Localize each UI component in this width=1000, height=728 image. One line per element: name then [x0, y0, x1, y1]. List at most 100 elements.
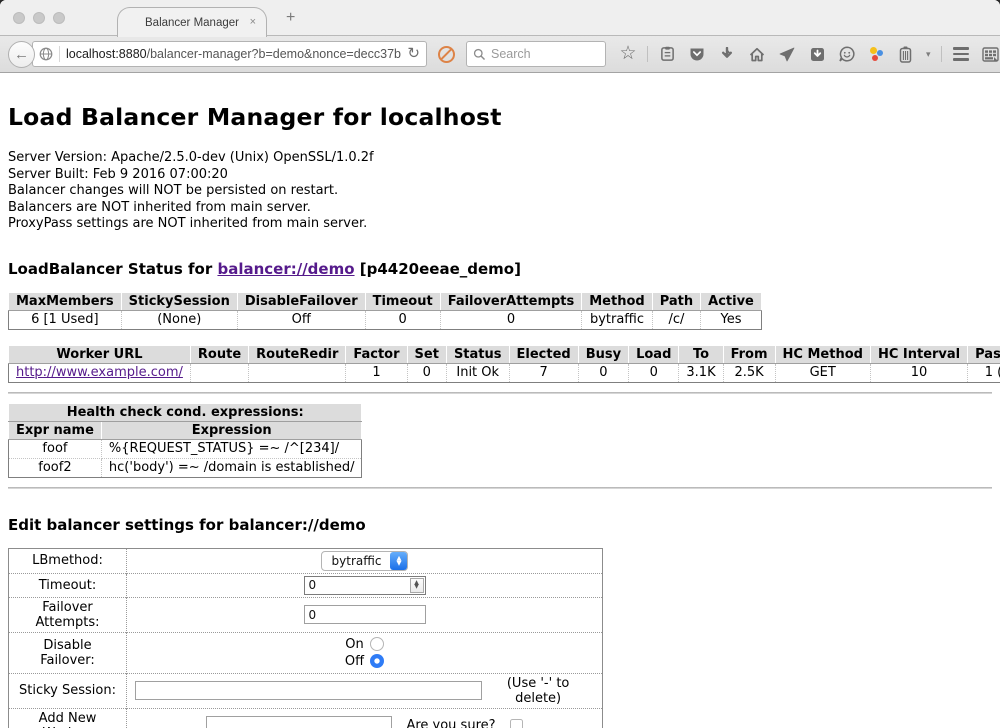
sticky-session-label: Sticky Session:: [9, 673, 127, 708]
emoji-icon[interactable]: [838, 45, 856, 63]
col-hc-interval: HC Interval: [870, 345, 967, 363]
radio-off-label: Off: [345, 654, 364, 669]
new-tab-button[interactable]: +: [286, 9, 295, 27]
url-path: /balancer-manager?b=demo&nonce=decc37be-…: [147, 47, 402, 61]
window-controls: [13, 12, 65, 24]
cell-expr-name: foof2: [9, 458, 102, 477]
content-blocked-icon[interactable]: [438, 46, 455, 63]
site-identity-globe-icon[interactable]: [39, 47, 53, 61]
status-heading-prefix: LoadBalancer Status for: [8, 260, 217, 278]
cell-expression: %{REQUEST_STATUS} =~ /^[234]/: [101, 439, 362, 458]
col-timeout: Timeout: [365, 292, 440, 310]
overflow-caret-icon[interactable]: ▾: [926, 49, 931, 60]
menu-icon[interactable]: [952, 45, 970, 63]
disable-failover-label: Disable Failover:: [9, 632, 127, 673]
worker-url-link[interactable]: http://www.example.com/: [16, 365, 183, 380]
worker-table: Worker URL Route RouteRedir Factor Set S…: [8, 345, 1000, 383]
cell-set: 0: [407, 363, 446, 382]
add-worker-input[interactable]: [206, 716, 392, 728]
balancer-status-table: MaxMembers StickySession DisableFailover…: [8, 292, 762, 330]
toolbar-icons: ☆: [619, 45, 1000, 63]
col-worker-url: Worker URL: [9, 345, 191, 363]
send-icon[interactable]: [778, 45, 796, 63]
col-maxmembers: MaxMembers: [9, 292, 122, 310]
cell-timeout: 0: [365, 310, 440, 329]
table-header-row: MaxMembers StickySession DisableFailover…: [9, 292, 762, 310]
extension-dots-icon[interactable]: [868, 46, 884, 62]
edit-settings-heading: Edit balancer settings for balancer://de…: [8, 516, 992, 534]
col-active: Active: [701, 292, 762, 310]
number-spinner-icon[interactable]: ▲▼: [410, 578, 424, 593]
tab-close-icon[interactable]: ×: [250, 16, 256, 28]
col-from: From: [723, 345, 775, 363]
cell-active: Yes: [701, 310, 762, 329]
sticky-session-input[interactable]: [135, 681, 482, 700]
disable-failover-on-radio[interactable]: [370, 637, 384, 651]
form-row-timeout: Timeout: ▲▼: [9, 573, 603, 597]
form-row-add-worker: Add New Worker: Are you sure?: [9, 708, 603, 728]
notice-balancers: Balancers are NOT inherited from main se…: [8, 200, 992, 217]
notice-persist: Balancer changes will NOT be persisted o…: [8, 183, 992, 200]
url-text[interactable]: localhost:8880/balancer-manager?b=demo&n…: [66, 47, 401, 61]
form-row-lbmethod: LBmethod: bytraffic ▲▼: [9, 548, 603, 573]
table-row: foof2 hc('body') =~ /domain is establish…: [9, 458, 362, 477]
tiles-icon[interactable]: [982, 45, 1000, 63]
search-bar[interactable]: [466, 41, 606, 67]
minimize-window-button[interactable]: [33, 12, 45, 24]
toolbar-divider: [647, 46, 648, 62]
separator: [8, 392, 992, 394]
balancer-demo-link[interactable]: balancer://demo: [217, 260, 354, 278]
url-domain: localhost:8880: [66, 47, 147, 61]
nav-toolbar: ← localhost:8880/balancer-manager?b=demo…: [0, 36, 1000, 73]
col-hc-method: HC Method: [775, 345, 870, 363]
battery-icon[interactable]: [896, 45, 914, 63]
search-input[interactable]: [491, 47, 591, 61]
cell-hc-method: GET: [775, 363, 870, 382]
cell-path: /c/: [652, 310, 700, 329]
cell-route: [190, 363, 248, 382]
downloads-icon[interactable]: [718, 45, 736, 63]
server-version: Server Version: Apache/2.5.0-dev (Unix) …: [8, 150, 992, 167]
col-load: Load: [629, 345, 679, 363]
table-row: foof %{REQUEST_STATUS} =~ /^[234]/: [9, 439, 362, 458]
add-worker-label: Add New Worker:: [9, 708, 127, 728]
health-table-title: Health check cond. expressions:: [9, 403, 362, 421]
edit-balancer-form: LBmethod: bytraffic ▲▼ Timeout: ▲▼: [8, 548, 603, 728]
form-row-disable-failover: Disable Failover: On Off: [9, 632, 603, 673]
page-title: Load Balancer Manager for localhost: [8, 73, 992, 131]
are-you-sure-label: Are you sure?: [406, 718, 495, 728]
disable-failover-off-radio[interactable]: [370, 654, 384, 668]
form-row-failover-attempts: Failover Attempts:: [9, 597, 603, 632]
col-expr-name: Expr name: [9, 421, 102, 439]
cell-disablefailover: Off: [237, 310, 365, 329]
browser-window: Balancer Manager × + ← localhost:8880/ba…: [0, 0, 1000, 728]
zoom-window-button[interactable]: [53, 12, 65, 24]
home-icon[interactable]: [748, 45, 766, 63]
col-routeredir: RouteRedir: [249, 345, 346, 363]
table-row: http://www.example.com/ 1 0 Init Ok 7 0 …: [9, 363, 1000, 382]
table-header-row: Worker URL Route RouteRedir Factor Set S…: [9, 345, 1000, 363]
bookmark-star-icon[interactable]: ☆: [619, 45, 637, 63]
lbmethod-select[interactable]: bytraffic ▲▼: [321, 551, 409, 571]
timeout-input[interactable]: [304, 576, 426, 595]
are-you-sure-checkbox[interactable]: [510, 719, 523, 728]
close-window-button[interactable]: [13, 12, 25, 24]
page-content: Load Balancer Manager for localhost Serv…: [0, 73, 1000, 728]
bookmarks-menu-icon[interactable]: [658, 45, 676, 63]
col-elected: Elected: [509, 345, 578, 363]
timeout-label: Timeout:: [9, 573, 127, 597]
pocket-icon[interactable]: [688, 45, 706, 63]
url-bar[interactable]: localhost:8880/balancer-manager?b=demo&n…: [32, 41, 427, 67]
urlbar-divider: [59, 46, 60, 62]
reload-icon[interactable]: ↻: [407, 47, 420, 61]
tab-balancer-manager[interactable]: Balancer Manager ×: [117, 7, 267, 37]
health-check-table: Health check cond. expressions: Expr nam…: [8, 403, 362, 478]
back-button[interactable]: ←: [8, 41, 35, 68]
failover-attempts-input[interactable]: [304, 605, 426, 624]
cell-status: Init Ok: [446, 363, 509, 382]
col-to: To: [679, 345, 723, 363]
col-method: Method: [582, 292, 652, 310]
cell-busy: 0: [578, 363, 628, 382]
save-to-device-icon[interactable]: [808, 45, 826, 63]
lbmethod-selected-value: bytraffic: [332, 554, 391, 568]
